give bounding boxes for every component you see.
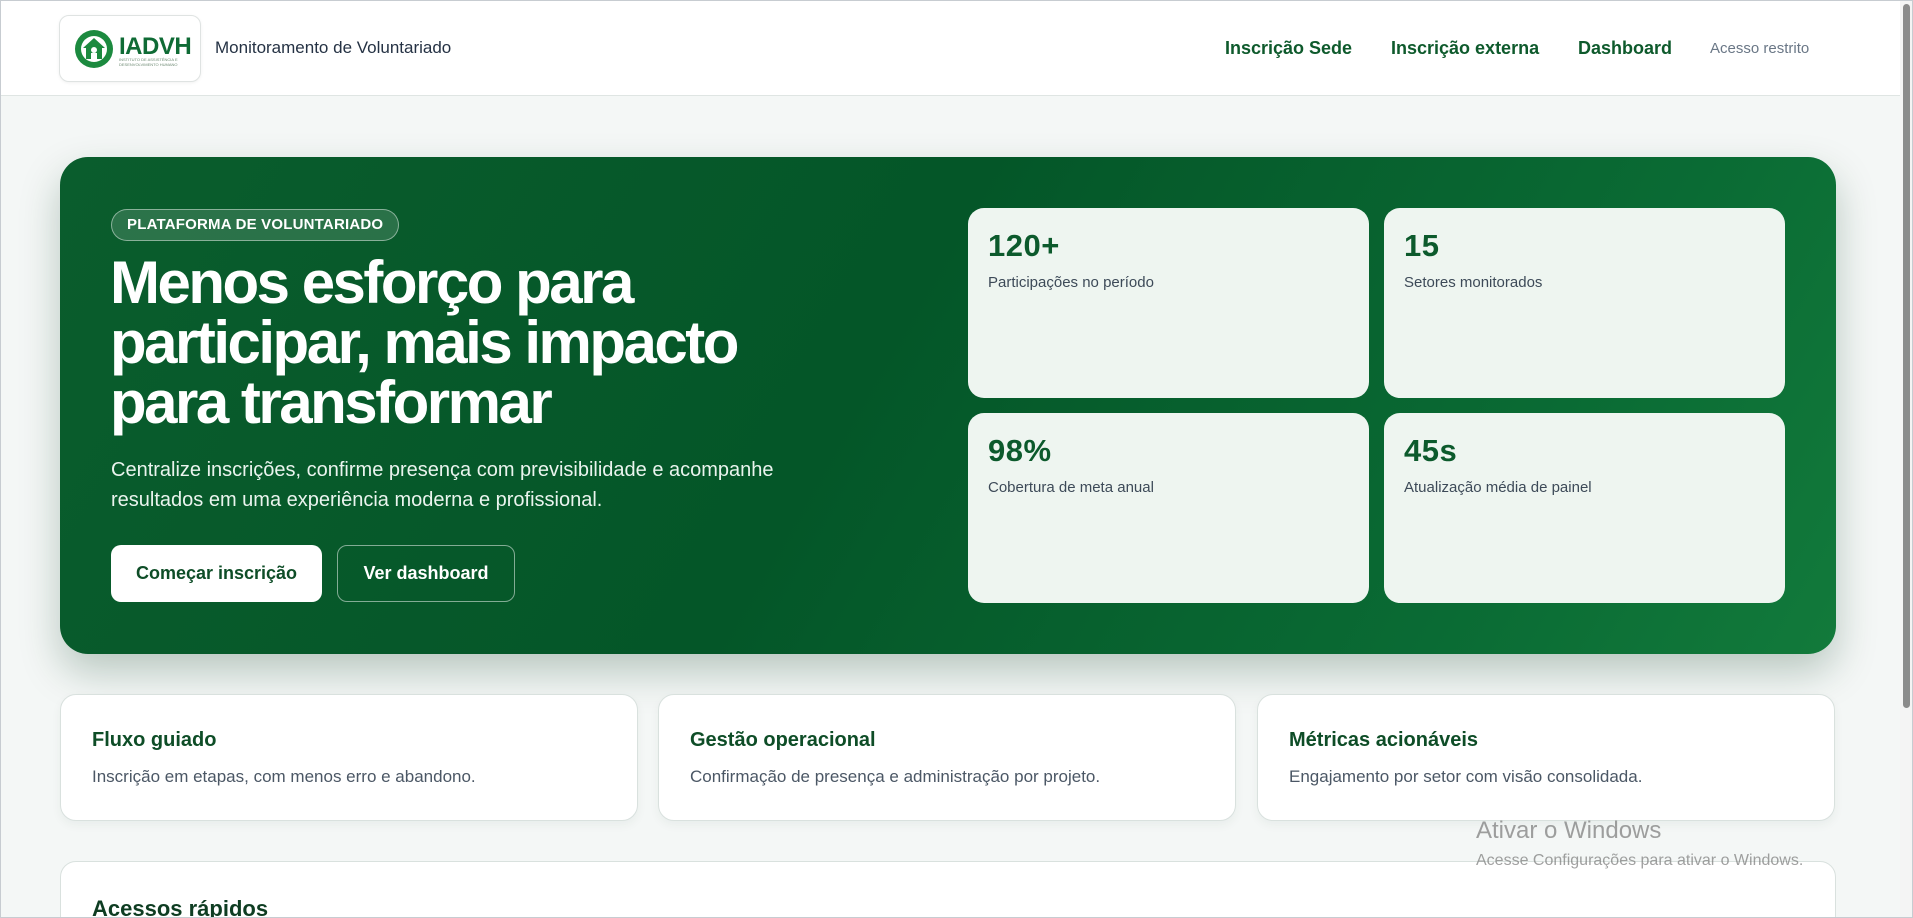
hero-section: PLATAFORMA DE VOLUNTARIADO Menos esforço… [60,157,1836,654]
stat-card-participacoes: 120+ Participações no período [968,208,1369,398]
people-logo-icon [75,30,113,68]
stat-value: 45s [1404,433,1458,468]
logo[interactable]: IADVH INSTITUTO DE ASSISTÊNCIA E DESENVO… [59,15,201,82]
app-title: Monitoramento de Voluntariado [215,38,452,57]
platform-badge: PLATAFORMA DE VOLUNTARIADO [111,209,400,241]
windows-activation-subtitle: Acesse Configurações para ativar o Windo… [1476,852,1804,869]
scrollbar-thumb[interactable] [1903,4,1910,708]
start-registration-button[interactable]: Começar inscrição [111,545,322,602]
feature-description: Confirmação de presença e administração … [690,767,1101,786]
nav-inscricao-externa[interactable]: Inscrição externa [1391,38,1539,59]
stat-label: Cobertura de meta anual [988,479,1154,496]
feature-description: Engajamento por setor com visão consolid… [1289,767,1643,786]
stat-card-setores: 15 Setores monitorados [1384,208,1785,398]
hero-title: Menos esforço para participar, mais impa… [110,249,739,436]
feature-card-fluxo-guiado: Fluxo guiado Inscrição em etapas, com me… [60,694,638,821]
feature-description: Inscrição em etapas, com menos erro e ab… [92,767,476,786]
nav-acesso-restrito[interactable]: Acesso restrito [1710,40,1809,57]
logo-subtitle: INSTITUTO DE ASSISTÊNCIA E DESENVOLVIMEN… [119,57,178,67]
view-dashboard-button[interactable]: Ver dashboard [337,545,515,602]
quick-access-title: Acessos rápidos [92,896,269,918]
feature-card-gestao-operacional: Gestão operacional Confirmação de presen… [658,694,1236,821]
stat-label: Atualização média de painel [1404,479,1592,496]
feature-title: Gestão operacional [690,729,876,751]
vertical-scrollbar[interactable] [1900,0,1913,918]
stat-value: 120+ [988,228,1060,263]
feature-title: Métricas acionáveis [1289,729,1478,751]
stat-label: Participações no período [988,274,1154,291]
nav-dashboard[interactable]: Dashboard [1578,38,1672,59]
top-navigation-bar: IADVH INSTITUTO DE ASSISTÊNCIA E DESENVO… [0,0,1900,96]
stat-value: 98% [988,433,1052,468]
stat-card-cobertura: 98% Cobertura de meta anual [968,413,1369,603]
hero-description: Centralize inscrições, confirme presença… [111,459,774,511]
feature-title: Fluxo guiado [92,729,217,751]
windows-activation-title: Ativar o Windows [1476,817,1662,844]
feature-card-metricas-acionaveis: Métricas acionáveis Engajamento por seto… [1257,694,1835,821]
stat-value: 15 [1404,228,1440,263]
nav-inscricao-sede[interactable]: Inscrição Sede [1225,38,1352,59]
stat-label: Setores monitorados [1404,274,1543,291]
stat-card-atualizacao: 45s Atualização média de painel [1384,413,1785,603]
